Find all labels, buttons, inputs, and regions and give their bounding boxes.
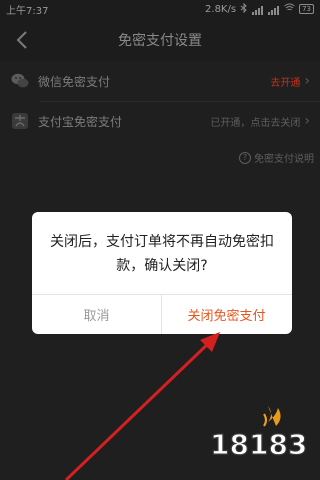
watermark-logo: 18183 (206, 402, 316, 468)
watermark-text: 18183 (210, 428, 307, 461)
